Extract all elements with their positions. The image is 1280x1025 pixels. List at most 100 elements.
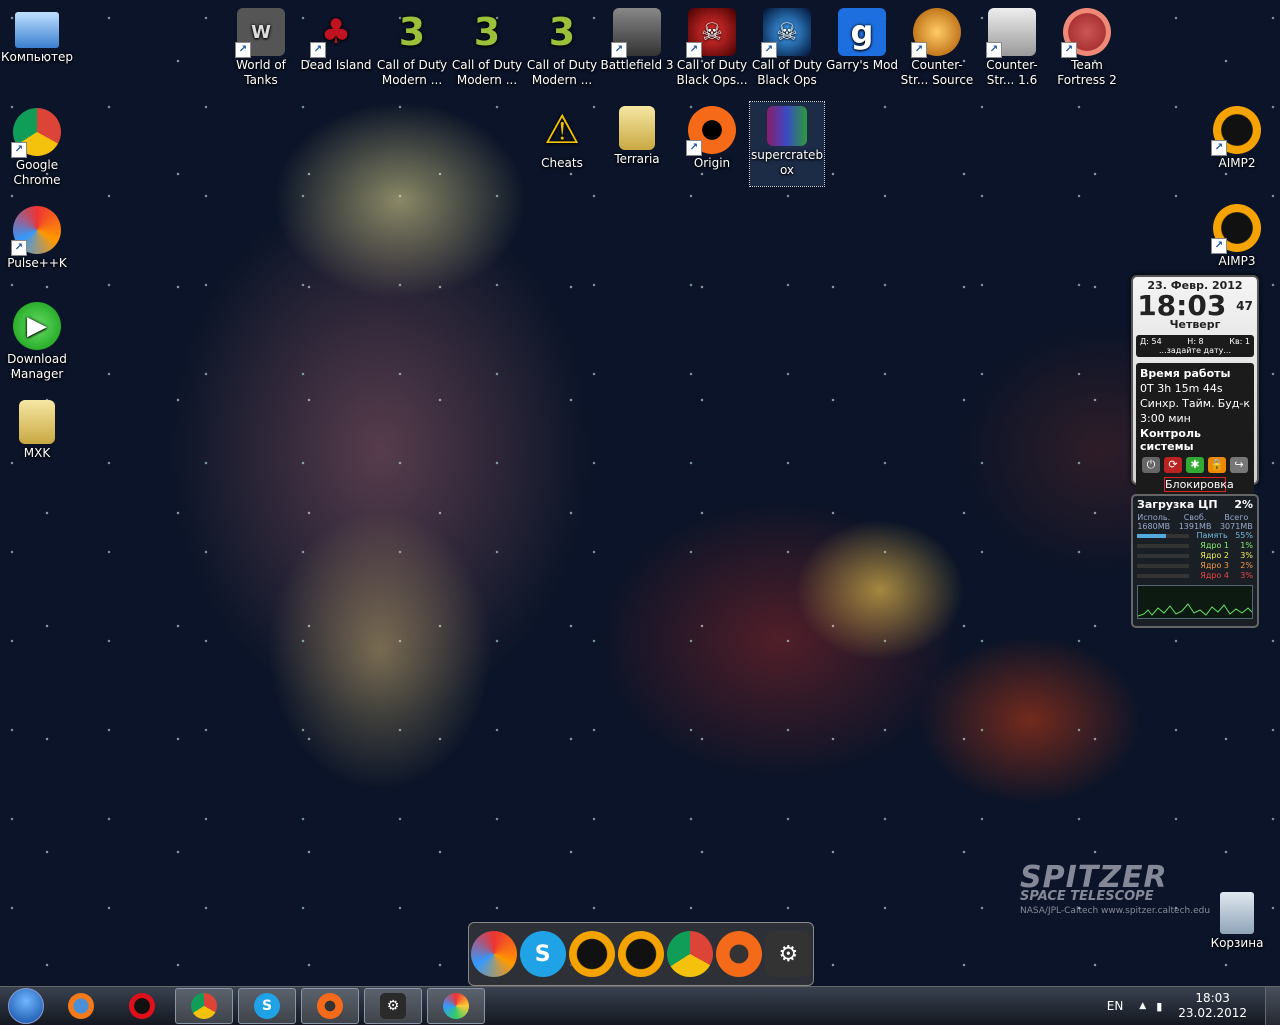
desktop-icon-black-ops-2[interactable]: ☠ ↗ Call of Duty Black Ops (750, 4, 824, 88)
desktop-icon-recycle-bin[interactable]: Корзина (1200, 888, 1274, 951)
total-label: Всего (1224, 513, 1249, 522)
set-date-link[interactable]: ...задайте дату... (1159, 346, 1231, 355)
start-button[interactable] (4, 988, 48, 1024)
icon-label: Компьютер (1, 50, 73, 64)
memory-columns: Исполь. 1680MB Своб. 1391MB Всего 3071MB (1133, 513, 1257, 531)
aimp-icon[interactable] (617, 931, 664, 977)
skype-icon[interactable]: S (519, 931, 566, 977)
steam-icon[interactable]: ⚙ (765, 931, 812, 977)
paint-palette-icon (443, 993, 469, 1019)
clock-gadget[interactable]: 23. Февр. 2012 18:03 47 Четверг Д: 54 Н: … (1131, 275, 1259, 494)
desktop-icon-cod-mw-1[interactable]: 3 Call of Duty Modern ... (375, 4, 449, 88)
sleep-icon[interactable]: ✱ (1186, 457, 1204, 473)
desktop-icon-mxk[interactable]: MXK (0, 396, 74, 461)
counter-strike-icon: ↗ (986, 8, 1036, 58)
uptime-label: Время работы (1140, 367, 1231, 380)
clock-info-panel: Д: 54 Н: 8 Кв: 1 ...задайте дату... (1136, 335, 1254, 357)
desktop-icon-cod-mw-3[interactable]: 3 Call of Duty Modern ... (525, 4, 599, 88)
desktop-icon-pulse[interactable]: ↗ Pulse++K (0, 202, 74, 271)
tray-expand-icon[interactable]: ▲ (1139, 1001, 1146, 1011)
icon-label: Call of Duty Black Ops... (676, 58, 748, 87)
core3-label: Ядро 3 (1200, 561, 1229, 570)
desktop-icon-battlefield-3[interactable]: ↗ Battlefield 3 (600, 4, 674, 73)
restart-icon[interactable]: ⟳ (1164, 457, 1182, 473)
stat-n: Н: 8 (1187, 337, 1204, 346)
desktop-icon-aimp3[interactable]: ↗ AIMP3 (1200, 200, 1274, 269)
taskbar-firefox[interactable] (53, 989, 109, 1023)
computer-icon (15, 12, 59, 48)
icon-label: Terraria (614, 152, 660, 166)
icon-label: Dead Island (300, 58, 372, 72)
icon-label: Call of Duty Modern ... (451, 58, 523, 87)
desktop-icon-chrome[interactable]: ↗ Google Chrome (0, 104, 74, 188)
timer-value: 3:00 мин (1140, 412, 1191, 425)
uptime-value: 0Т 3h 15m 44s (1140, 382, 1223, 395)
desktop-icon-computer[interactable]: Компьютер (0, 8, 74, 65)
alarm-button[interactable]: Буд-к (1218, 397, 1250, 410)
origin-icon[interactable] (716, 931, 763, 977)
desktop-icon-cs-source[interactable]: ↗ Counter-Str... Source (900, 4, 974, 88)
icon-label: Корзина (1210, 936, 1264, 950)
desktop-icon-terraria[interactable]: Terraria (600, 102, 674, 167)
cpu-percent: 2% (1234, 498, 1253, 511)
taskbar-paint[interactable] (427, 988, 485, 1024)
desktop-icon-garrys-mod[interactable]: g Garry's Mod (825, 4, 899, 73)
lock-button[interactable]: Блокировка (1164, 477, 1234, 492)
lock-icon[interactable]: 🔒 (1208, 457, 1226, 473)
desktop-icon-origin[interactable]: ↗ Origin (675, 102, 749, 171)
desktop-icon-cod-mw-2[interactable]: 3 Call of Duty Modern ... (450, 4, 524, 88)
taskbar-steam[interactable]: ⚙ (364, 988, 422, 1024)
icon-label: Garry's Mod (825, 58, 899, 72)
icon-label: Google Chrome (13, 158, 61, 187)
taskbar-chrome[interactable] (175, 988, 233, 1024)
chrome-icon[interactable] (667, 931, 714, 977)
windows-logo-icon (8, 988, 44, 1024)
icon-label: Download Manager (7, 352, 67, 381)
tray-clock[interactable]: 18:03 23.02.2012 (1178, 991, 1247, 1021)
spitzer-watermark: SPITZER SPACE TELESCOPE NASA/JPL-Caltech… (1020, 860, 1210, 916)
icon-label: World of Tanks (236, 58, 286, 87)
logoff-icon[interactable]: ↪ (1230, 457, 1248, 473)
cod-mw3-icon: 3 (473, 9, 501, 54)
folder-icon (619, 106, 655, 150)
desktop-icon-aimp2[interactable]: ↗ AIMP2 (1200, 102, 1274, 171)
core3-bar (1137, 564, 1189, 568)
skull-icon: ☠ ↗ (761, 8, 811, 58)
desktop-icon-download-manager[interactable]: ▶ Download Manager (0, 298, 74, 382)
garrys-mod-icon: g (838, 8, 886, 56)
language-indicator[interactable]: EN (1107, 999, 1124, 1013)
desktop-icon-cheats[interactable]: ⚠ Cheats (525, 102, 599, 171)
taskbar-skype[interactable]: S (238, 988, 296, 1024)
total-value: 3071MB (1219, 522, 1253, 531)
chrome-icon: ↗ (11, 108, 61, 158)
desktop-icon-cs-16[interactable]: ↗ Counter-Str... 1.6 (975, 4, 1049, 88)
desktop-icon-dead-island[interactable]: ♣ ↗ Dead Island (299, 4, 373, 73)
icon-label: Call of Duty Black Ops (751, 58, 823, 87)
timer-button[interactable]: Тайм. (1182, 397, 1214, 410)
cpu-graph-svg (1138, 603, 1252, 617)
desktop-icon-black-ops-1[interactable]: ☠ ↗ Call of Duty Black Ops... (675, 4, 749, 88)
taskbar-origin[interactable] (301, 988, 359, 1024)
power-icon[interactable]: ⏻ (1142, 457, 1160, 473)
icon-label: Team Fortress 2 (1057, 58, 1117, 87)
aimp-icon[interactable] (568, 931, 615, 977)
cpu-gadget[interactable]: Загрузка ЦП 2% Исполь. 1680MB Своб. 1391MB … (1131, 494, 1259, 628)
show-desktop-button[interactable] (1265, 987, 1280, 1025)
usage-bars: Память 55% Ядро 1 1% Ядро 2 3% Ядро 3 2% Ядр… (1133, 531, 1257, 581)
used-value: 1680MB (1137, 522, 1171, 531)
system-buttons: ⏻ ⟳ ✱ 🔒 ↪ (1140, 457, 1250, 473)
taskbar-opera[interactable] (114, 989, 170, 1023)
free-value: 1391MB (1178, 522, 1212, 531)
memory-bar-fill (1137, 534, 1166, 538)
pulse-dock-icon[interactable] (470, 931, 517, 977)
skype-icon: S (254, 993, 280, 1019)
aimp-icon: ↗ (1211, 204, 1261, 254)
desktop-icon-supercratebox[interactable]: supercratebox (749, 101, 825, 187)
desktop-icon-team-fortress-2[interactable]: ↗ Team Fortress 2 (1050, 4, 1124, 88)
cpu-title: Загрузка ЦП (1137, 498, 1218, 511)
sync-button[interactable]: Синхр. (1140, 397, 1179, 410)
desktop-icon-world-of-tanks[interactable]: W ↗ World of Tanks (224, 4, 298, 88)
network-icon[interactable]: ▮ (1156, 1000, 1162, 1013)
aimp-icon: ↗ (1211, 106, 1261, 156)
counter-strike-icon: ↗ (911, 8, 961, 58)
